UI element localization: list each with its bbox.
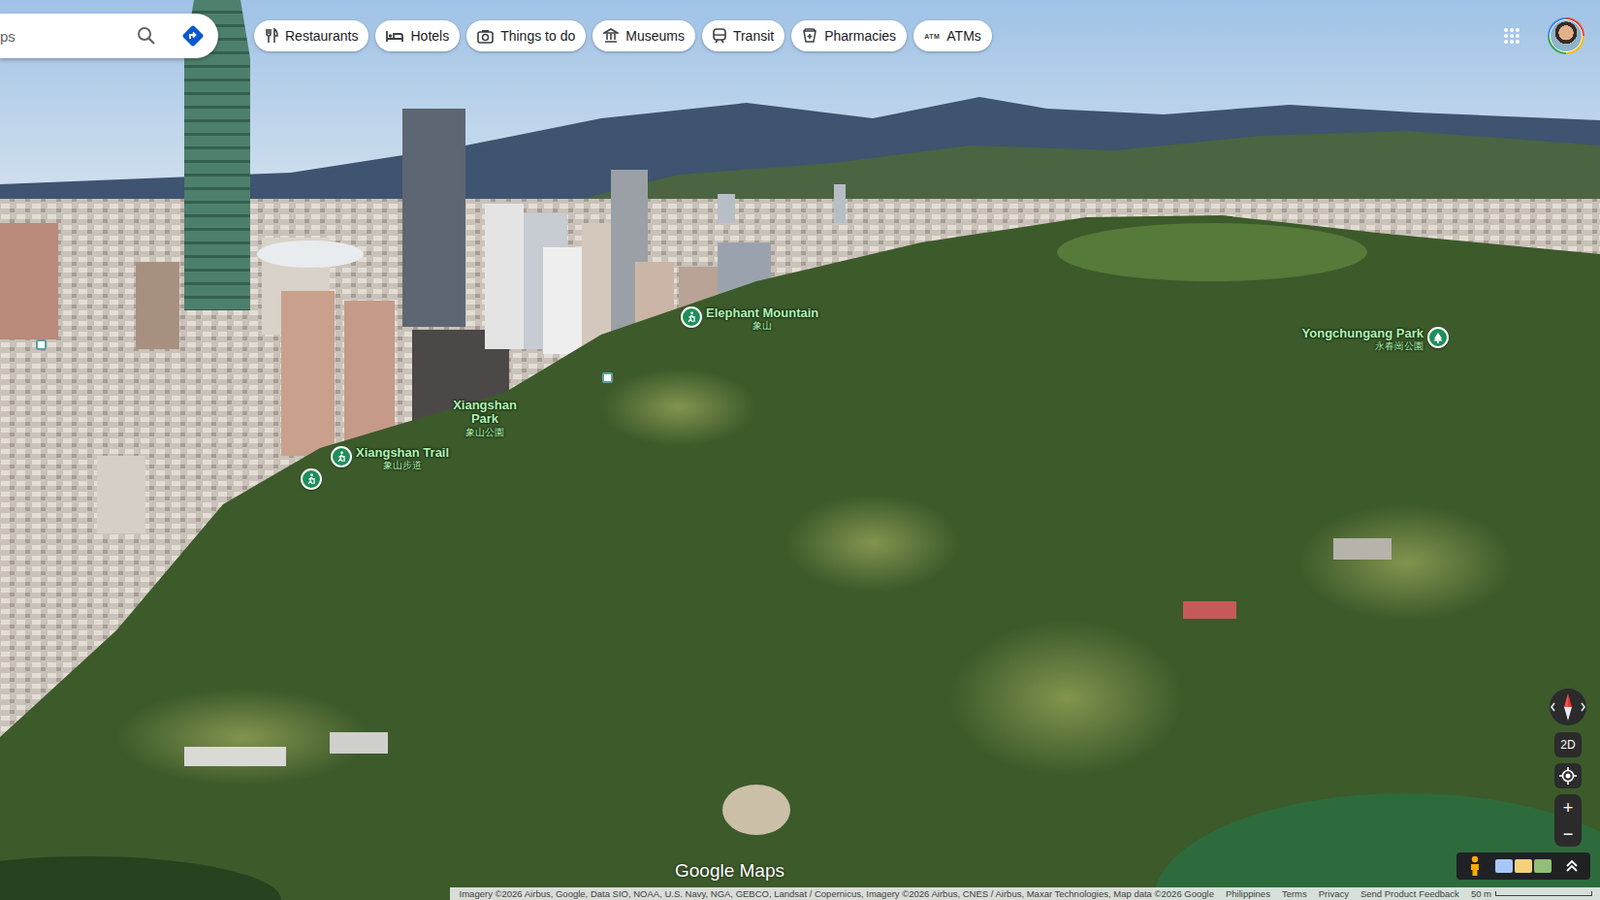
terrain-layer-thumbnail[interactable] xyxy=(1514,859,1533,873)
chevron-up-icon[interactable] xyxy=(1565,859,1579,873)
search-placeholder[interactable]: ps xyxy=(0,28,112,45)
pegman-icon[interactable] xyxy=(1468,855,1482,877)
hiking-icon xyxy=(685,311,698,323)
map-place-pin[interactable] xyxy=(300,468,322,490)
place-pin-marker[interactable] xyxy=(1427,326,1449,349)
layers-bar xyxy=(1456,852,1591,880)
search-icon[interactable] xyxy=(136,26,157,46)
footer-link[interactable]: Philippines xyxy=(1225,888,1271,899)
category-chips: RestaurantsHotelsThings to doMuseumsTran… xyxy=(254,20,992,52)
place-pin-marker[interactable] xyxy=(680,306,703,328)
category-chip[interactable]: Pharmacies xyxy=(791,20,907,52)
bed-icon xyxy=(385,29,404,43)
place-label[interactable]: Xiangshan Trail象山步道 xyxy=(355,446,449,471)
place-label[interactable]: Xiangshan Park象山公園 xyxy=(446,398,524,438)
scale-line xyxy=(1495,891,1593,896)
account-area xyxy=(1503,17,1585,55)
transit-marker-icon[interactable] xyxy=(35,339,47,351)
map-controls: 2D +− xyxy=(1548,687,1588,847)
hiking-icon xyxy=(305,473,318,485)
search-box[interactable]: ps xyxy=(0,13,219,59)
pharmacy-icon xyxy=(801,28,818,44)
train-icon xyxy=(712,28,727,44)
place-label[interactable]: Elephant Mountain象山 xyxy=(705,306,819,331)
category-chip[interactable]: ATMATMs xyxy=(913,20,992,52)
zoom-in-button[interactable]: + xyxy=(1554,794,1582,821)
category-chip[interactable]: Hotels xyxy=(375,20,460,52)
museum-icon xyxy=(603,28,619,44)
avatar-photo xyxy=(1549,19,1583,53)
map-3d-imagery[interactable] xyxy=(0,0,1600,900)
footer-link[interactable]: Send Product Feedback xyxy=(1360,888,1460,899)
zoom-out-button[interactable]: − xyxy=(1554,820,1582,847)
scale-bar[interactable]: 50 m xyxy=(1471,888,1593,899)
category-chip[interactable]: Things to do xyxy=(466,20,586,52)
map-place-pin[interactable]: Xiangshan Trail象山步道 xyxy=(330,446,449,471)
place-pin-marker[interactable] xyxy=(300,468,322,490)
google-maps-3d-view: ps RestaurantsHotelsThings to doMuseumsTr… xyxy=(0,0,1600,900)
attribution-bar: Imagery ©2026 Airbus, Google, Data SIO, … xyxy=(449,887,1600,900)
camera-icon xyxy=(477,29,494,44)
category-chip[interactable]: Restaurants xyxy=(254,20,369,52)
imagery-attribution: Imagery ©2026 Airbus, Google, Data SIO, … xyxy=(459,888,1215,899)
category-chip[interactable]: Transit xyxy=(702,20,785,52)
map-place-pin[interactable]: Yongchungang Park永春崗公園 xyxy=(1302,326,1449,352)
my-location-button[interactable] xyxy=(1554,763,1582,789)
2d-toggle-button[interactable]: 2D xyxy=(1554,732,1582,758)
zoom-control: +− xyxy=(1554,794,1582,847)
tree-icon xyxy=(1432,331,1444,344)
fork-knife-icon xyxy=(264,28,279,44)
directions-icon[interactable] xyxy=(181,24,205,48)
map-layer-thumbnail[interactable] xyxy=(1495,859,1513,873)
account-avatar[interactable] xyxy=(1547,17,1585,55)
layer-thumbnails[interactable] xyxy=(1495,859,1552,873)
satellite-layer-thumbnail[interactable] xyxy=(1534,859,1552,873)
compass-icon[interactable] xyxy=(1548,687,1588,727)
map-place-pin[interactable]: Xiangshan Park象山公園 xyxy=(446,398,524,438)
atm-icon: ATM xyxy=(924,32,940,40)
transit-marker-icon[interactable] xyxy=(602,372,613,384)
top-bar: ps RestaurantsHotelsThings to doMuseumsTr… xyxy=(0,13,1600,59)
location-icon xyxy=(1559,767,1577,785)
place-label[interactable]: Yongchungang Park永春崗公園 xyxy=(1302,326,1424,352)
google-maps-watermark: Google Maps xyxy=(674,860,785,882)
apps-grid-icon[interactable] xyxy=(1503,27,1521,45)
footer-link[interactable]: Privacy xyxy=(1318,888,1349,899)
category-chip[interactable]: Museums xyxy=(592,20,696,52)
footer-link[interactable]: Terms xyxy=(1281,888,1308,899)
map-place-pin[interactable]: Elephant Mountain象山 xyxy=(680,306,819,331)
hiking-icon xyxy=(335,450,348,463)
place-pin-marker[interactable] xyxy=(330,446,352,468)
